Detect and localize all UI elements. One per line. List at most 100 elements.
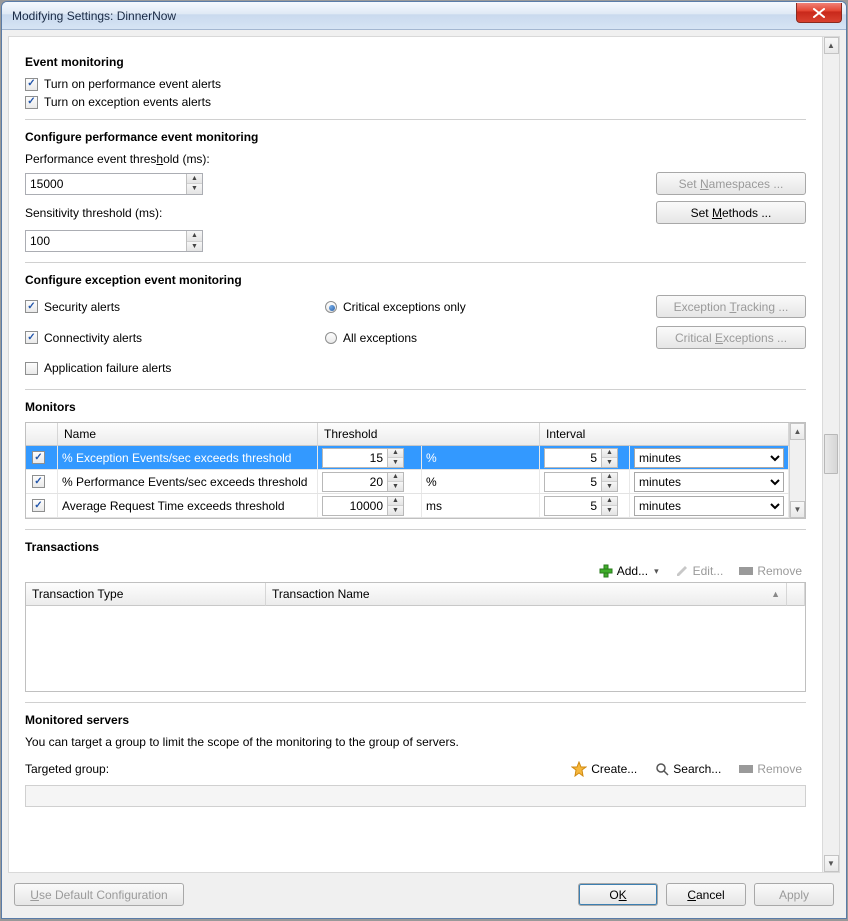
- step-down-icon[interactable]: ▼: [602, 482, 617, 491]
- threshold-spinbox[interactable]: ▲▼: [322, 472, 404, 492]
- excp-alerts-row[interactable]: Turn on exception events alerts: [25, 95, 806, 109]
- col-transaction-type[interactable]: Transaction Type: [26, 583, 266, 606]
- step-down-icon[interactable]: ▼: [602, 458, 617, 467]
- step-up-icon[interactable]: ▲: [602, 473, 617, 483]
- step-down-icon[interactable]: ▼: [602, 506, 617, 515]
- divider: [25, 119, 806, 120]
- step-down-icon[interactable]: ▼: [187, 242, 202, 252]
- perf-threshold-spinbox[interactable]: ▲▼: [25, 173, 203, 195]
- interval-spinbox[interactable]: ▲▼: [544, 448, 618, 468]
- perf-alerts-checkbox[interactable]: [25, 78, 38, 91]
- interval-spinbox[interactable]: ▲▼: [544, 472, 618, 492]
- edit-transaction-button[interactable]: Edit...: [671, 562, 728, 580]
- all-exceptions-radio[interactable]: [325, 332, 337, 344]
- close-button[interactable]: [796, 3, 842, 23]
- perf-alerts-row[interactable]: Turn on performance event alerts: [25, 77, 806, 91]
- plus-icon: [599, 564, 613, 578]
- threshold-input[interactable]: [323, 473, 387, 491]
- ok-button[interactable]: OK: [578, 883, 658, 906]
- appfail-alerts-row[interactable]: Application failure alerts: [25, 361, 305, 375]
- window-title: Modifying Settings: DinnerNow: [12, 9, 176, 23]
- divider: [25, 529, 806, 530]
- threshold-input[interactable]: [323, 449, 387, 467]
- scroll-down-icon[interactable]: ▼: [824, 855, 839, 872]
- scroll-down-icon[interactable]: ▼: [790, 501, 805, 518]
- search-icon: [655, 762, 669, 776]
- col-threshold[interactable]: Threshold: [318, 423, 540, 446]
- step-up-icon[interactable]: ▲: [602, 449, 617, 459]
- step-down-icon[interactable]: ▼: [388, 482, 403, 491]
- step-up-icon[interactable]: ▲: [602, 497, 617, 507]
- monitor-row-checkbox[interactable]: [32, 451, 45, 464]
- scroll-up-icon[interactable]: ▲: [790, 423, 805, 440]
- col-interval[interactable]: Interval: [540, 423, 789, 446]
- scroll-track[interactable]: [823, 54, 839, 855]
- search-group-button[interactable]: Search...: [651, 760, 725, 778]
- col-transaction-name[interactable]: Transaction Name ▲: [266, 583, 787, 606]
- remove-transaction-button[interactable]: Remove: [735, 562, 806, 580]
- critical-only-label: Critical exceptions only: [343, 300, 466, 314]
- sensitivity-input[interactable]: [26, 231, 186, 251]
- interval-unit-select[interactable]: minutes: [634, 496, 784, 516]
- set-namespaces-button[interactable]: Set Namespaces ...: [656, 172, 806, 195]
- step-up-icon[interactable]: ▲: [187, 174, 202, 185]
- step-up-icon[interactable]: ▲: [388, 497, 403, 507]
- connectivity-alerts-row[interactable]: Connectivity alerts: [25, 331, 305, 345]
- excp-alerts-checkbox[interactable]: [25, 96, 38, 109]
- remove-group-button[interactable]: Remove: [735, 760, 806, 778]
- monitor-row[interactable]: % Exception Events/sec exceeds threshold…: [26, 446, 789, 470]
- set-methods-button[interactable]: Set Methods ...: [656, 201, 806, 224]
- use-default-config-button[interactable]: Use Default Configuration: [14, 883, 184, 906]
- add-transaction-button[interactable]: Add... ▾: [595, 562, 663, 580]
- monitor-row-checkbox[interactable]: [32, 499, 45, 512]
- apply-button[interactable]: Apply: [754, 883, 834, 906]
- interval-input[interactable]: [545, 473, 601, 491]
- col-name[interactable]: Name: [58, 423, 318, 446]
- pencil-icon: [675, 564, 689, 578]
- step-up-icon[interactable]: ▲: [187, 231, 202, 242]
- servers-heading: Monitored servers: [25, 713, 806, 727]
- col-check[interactable]: [26, 423, 58, 446]
- monitor-row[interactable]: Average Request Time exceeds threshold▲▼…: [26, 494, 789, 518]
- cancel-button[interactable]: Cancel: [666, 883, 746, 906]
- step-down-icon[interactable]: ▼: [187, 184, 202, 194]
- excp-alerts-label: Turn on exception events alerts: [44, 95, 211, 109]
- appfail-alerts-checkbox[interactable]: [25, 362, 38, 375]
- step-up-icon[interactable]: ▲: [388, 449, 403, 459]
- all-exceptions-row[interactable]: All exceptions: [325, 331, 585, 345]
- sensitivity-spinbox[interactable]: ▲▼: [25, 230, 203, 252]
- threshold-unit: ms: [422, 494, 540, 517]
- critical-exceptions-button[interactable]: Critical Exceptions ...: [656, 326, 806, 349]
- interval-spinbox[interactable]: ▲▼: [544, 496, 618, 516]
- all-exceptions-label: All exceptions: [343, 331, 417, 345]
- interval-unit-select[interactable]: minutes: [634, 472, 784, 492]
- threshold-input[interactable]: [323, 497, 387, 515]
- content-area: Event monitoring Turn on performance eve…: [8, 36, 840, 873]
- perf-config-grid: Performance event threshold (ms): ▲▼ Set…: [25, 152, 806, 252]
- connectivity-alerts-checkbox[interactable]: [25, 331, 38, 344]
- threshold-spinbox[interactable]: ▲▼: [322, 448, 404, 468]
- security-alerts-checkbox[interactable]: [25, 300, 38, 313]
- scroll-up-icon[interactable]: ▲: [824, 37, 839, 54]
- critical-only-row[interactable]: Critical exceptions only: [325, 300, 585, 314]
- interval-input[interactable]: [545, 497, 601, 515]
- monitor-row[interactable]: % Performance Events/sec exceeds thresho…: [26, 470, 789, 494]
- main-scrollbar[interactable]: ▲ ▼: [822, 37, 839, 872]
- monitors-table-wrap: Name Threshold Interval % Exception Even…: [25, 422, 806, 519]
- step-down-icon[interactable]: ▼: [388, 458, 403, 467]
- interval-unit-select[interactable]: minutes: [634, 448, 784, 468]
- create-group-button[interactable]: Create...: [567, 759, 641, 779]
- step-down-icon[interactable]: ▼: [388, 506, 403, 515]
- scroll-thumb[interactable]: [824, 434, 838, 474]
- monitors-scrollbar[interactable]: ▲ ▼: [789, 422, 806, 519]
- perf-threshold-input[interactable]: [26, 174, 186, 194]
- interval-input[interactable]: [545, 449, 601, 467]
- monitor-name: % Exception Events/sec exceeds threshold: [58, 446, 318, 469]
- appfail-alerts-label: Application failure alerts: [44, 361, 171, 375]
- exception-tracking-button[interactable]: Exception Tracking ...: [656, 295, 806, 318]
- threshold-spinbox[interactable]: ▲▼: [322, 496, 404, 516]
- step-up-icon[interactable]: ▲: [388, 473, 403, 483]
- security-alerts-row[interactable]: Security alerts: [25, 300, 305, 314]
- critical-only-radio[interactable]: [325, 301, 337, 313]
- monitor-row-checkbox[interactable]: [32, 475, 45, 488]
